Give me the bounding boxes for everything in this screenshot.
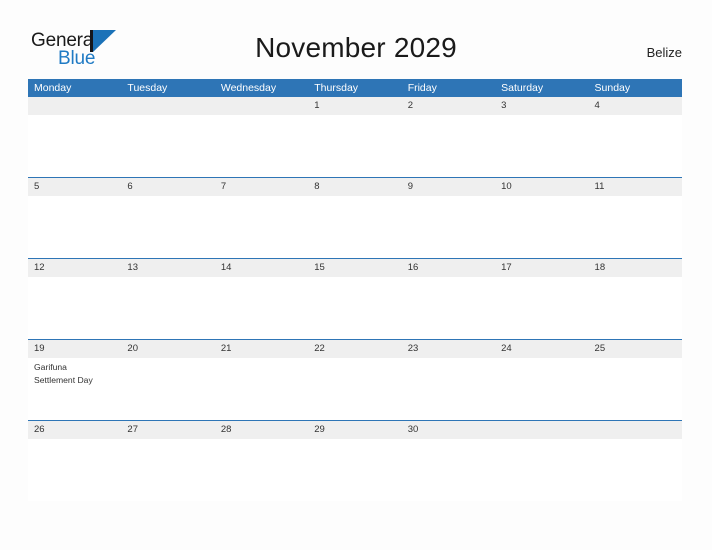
day-number[interactable]: 15 [308, 259, 401, 277]
day-event[interactable] [589, 196, 682, 258]
week-date-band: 5 6 7 8 9 10 11 [28, 178, 682, 196]
week-event-band [28, 115, 682, 177]
page-header: General Blue November 2029 Belize [0, 0, 712, 78]
day-number[interactable]: 16 [402, 259, 495, 277]
day-number[interactable] [121, 97, 214, 115]
day-number[interactable]: 6 [121, 178, 214, 196]
week-event-band [28, 439, 682, 501]
day-number[interactable]: 27 [121, 421, 214, 439]
week-date-band: 26 27 28 29 30 [28, 421, 682, 439]
day-event[interactable] [589, 115, 682, 177]
week-date-band: 12 13 14 15 16 17 18 [28, 259, 682, 277]
day-event[interactable] [308, 358, 401, 420]
week-row: 5 6 7 8 9 10 11 [28, 177, 682, 258]
day-number[interactable] [495, 421, 588, 439]
week-event-band [28, 196, 682, 258]
weekday-header-friday: Friday [407, 82, 437, 94]
day-event[interactable] [121, 196, 214, 258]
week-date-band: 1 2 3 4 [28, 97, 682, 115]
day-number[interactable]: 8 [308, 178, 401, 196]
day-event[interactable] [28, 196, 121, 258]
week-event-band: Garifuna Settlement Day [28, 358, 682, 420]
day-number[interactable]: 28 [215, 421, 308, 439]
day-event[interactable] [308, 439, 401, 501]
weekday-header-saturday: Saturday [501, 82, 544, 94]
week-row: 1 2 3 4 [28, 97, 682, 177]
day-number[interactable]: 30 [402, 421, 495, 439]
weekday-header-thursday: Thursday [314, 82, 359, 94]
day-number[interactable]: 13 [121, 259, 214, 277]
day-event[interactable] [215, 115, 308, 177]
day-number[interactable]: 2 [402, 97, 495, 115]
page-title: November 2029 [255, 32, 457, 63]
day-event[interactable] [402, 196, 495, 258]
day-number[interactable] [28, 97, 121, 115]
week-row: 19 20 21 22 23 24 25 Garifuna Settlement… [28, 339, 682, 420]
day-number[interactable]: 29 [308, 421, 401, 439]
day-event[interactable] [402, 358, 495, 420]
day-number[interactable]: 24 [495, 340, 588, 358]
day-event[interactable] [28, 277, 121, 339]
day-number[interactable]: 19 [28, 340, 121, 358]
day-event[interactable] [215, 196, 308, 258]
day-event[interactable] [495, 115, 588, 177]
day-number[interactable]: 25 [589, 340, 682, 358]
week-row: 26 27 28 29 30 [28, 420, 682, 501]
day-number[interactable]: 20 [121, 340, 214, 358]
day-number[interactable]: 4 [589, 97, 682, 115]
day-event[interactable] [215, 358, 308, 420]
day-event[interactable] [402, 439, 495, 501]
weekday-header-row: Monday Tuesday Wednesday Thursday Friday… [28, 79, 682, 97]
day-event[interactable] [121, 115, 214, 177]
weekday-header-tuesday: Tuesday [127, 82, 168, 94]
day-event[interactable] [215, 439, 308, 501]
day-number[interactable]: 23 [402, 340, 495, 358]
week-date-band: 19 20 21 22 23 24 25 [28, 340, 682, 358]
calendar-page: General Blue November 2029 Belize Monday… [0, 0, 712, 550]
day-number[interactable]: 3 [495, 97, 588, 115]
day-event[interactable] [495, 358, 588, 420]
day-event[interactable] [308, 196, 401, 258]
day-event[interactable] [495, 196, 588, 258]
day-event[interactable] [495, 439, 588, 501]
day-number[interactable]: 26 [28, 421, 121, 439]
day-number[interactable]: 17 [495, 259, 588, 277]
day-event[interactable] [402, 115, 495, 177]
day-number[interactable]: 21 [215, 340, 308, 358]
day-event[interactable] [28, 115, 121, 177]
day-number[interactable]: 7 [215, 178, 308, 196]
day-number[interactable]: 12 [28, 259, 121, 277]
day-event[interactable] [308, 115, 401, 177]
day-number[interactable]: 5 [28, 178, 121, 196]
day-event[interactable] [121, 277, 214, 339]
day-number[interactable]: 1 [308, 97, 401, 115]
day-event[interactable] [589, 358, 682, 420]
weekday-header-monday: Monday [34, 82, 72, 94]
country-label: Belize [646, 45, 682, 60]
day-event[interactable] [215, 277, 308, 339]
day-number[interactable] [589, 421, 682, 439]
calendar-grid: Monday Tuesday Wednesday Thursday Friday… [28, 79, 682, 501]
day-event[interactable] [121, 439, 214, 501]
day-event[interactable] [121, 358, 214, 420]
day-event[interactable] [402, 277, 495, 339]
weekday-header-wednesday: Wednesday [220, 82, 277, 94]
week-row: 12 13 14 15 16 17 18 [28, 258, 682, 339]
day-event[interactable] [495, 277, 588, 339]
day-event[interactable] [308, 277, 401, 339]
day-number[interactable]: 11 [589, 178, 682, 196]
day-number[interactable]: 18 [589, 259, 682, 277]
day-event[interactable] [28, 439, 121, 501]
day-event[interactable] [589, 439, 682, 501]
day-number[interactable]: 10 [495, 178, 588, 196]
day-number[interactable]: 9 [402, 178, 495, 196]
weekday-header-sunday: Sunday [594, 82, 631, 94]
day-event-holiday[interactable]: Garifuna Settlement Day [28, 358, 121, 420]
day-event[interactable] [589, 277, 682, 339]
week-event-band [28, 277, 682, 339]
day-number[interactable]: 22 [308, 340, 401, 358]
day-number[interactable]: 14 [215, 259, 308, 277]
day-number[interactable] [215, 97, 308, 115]
